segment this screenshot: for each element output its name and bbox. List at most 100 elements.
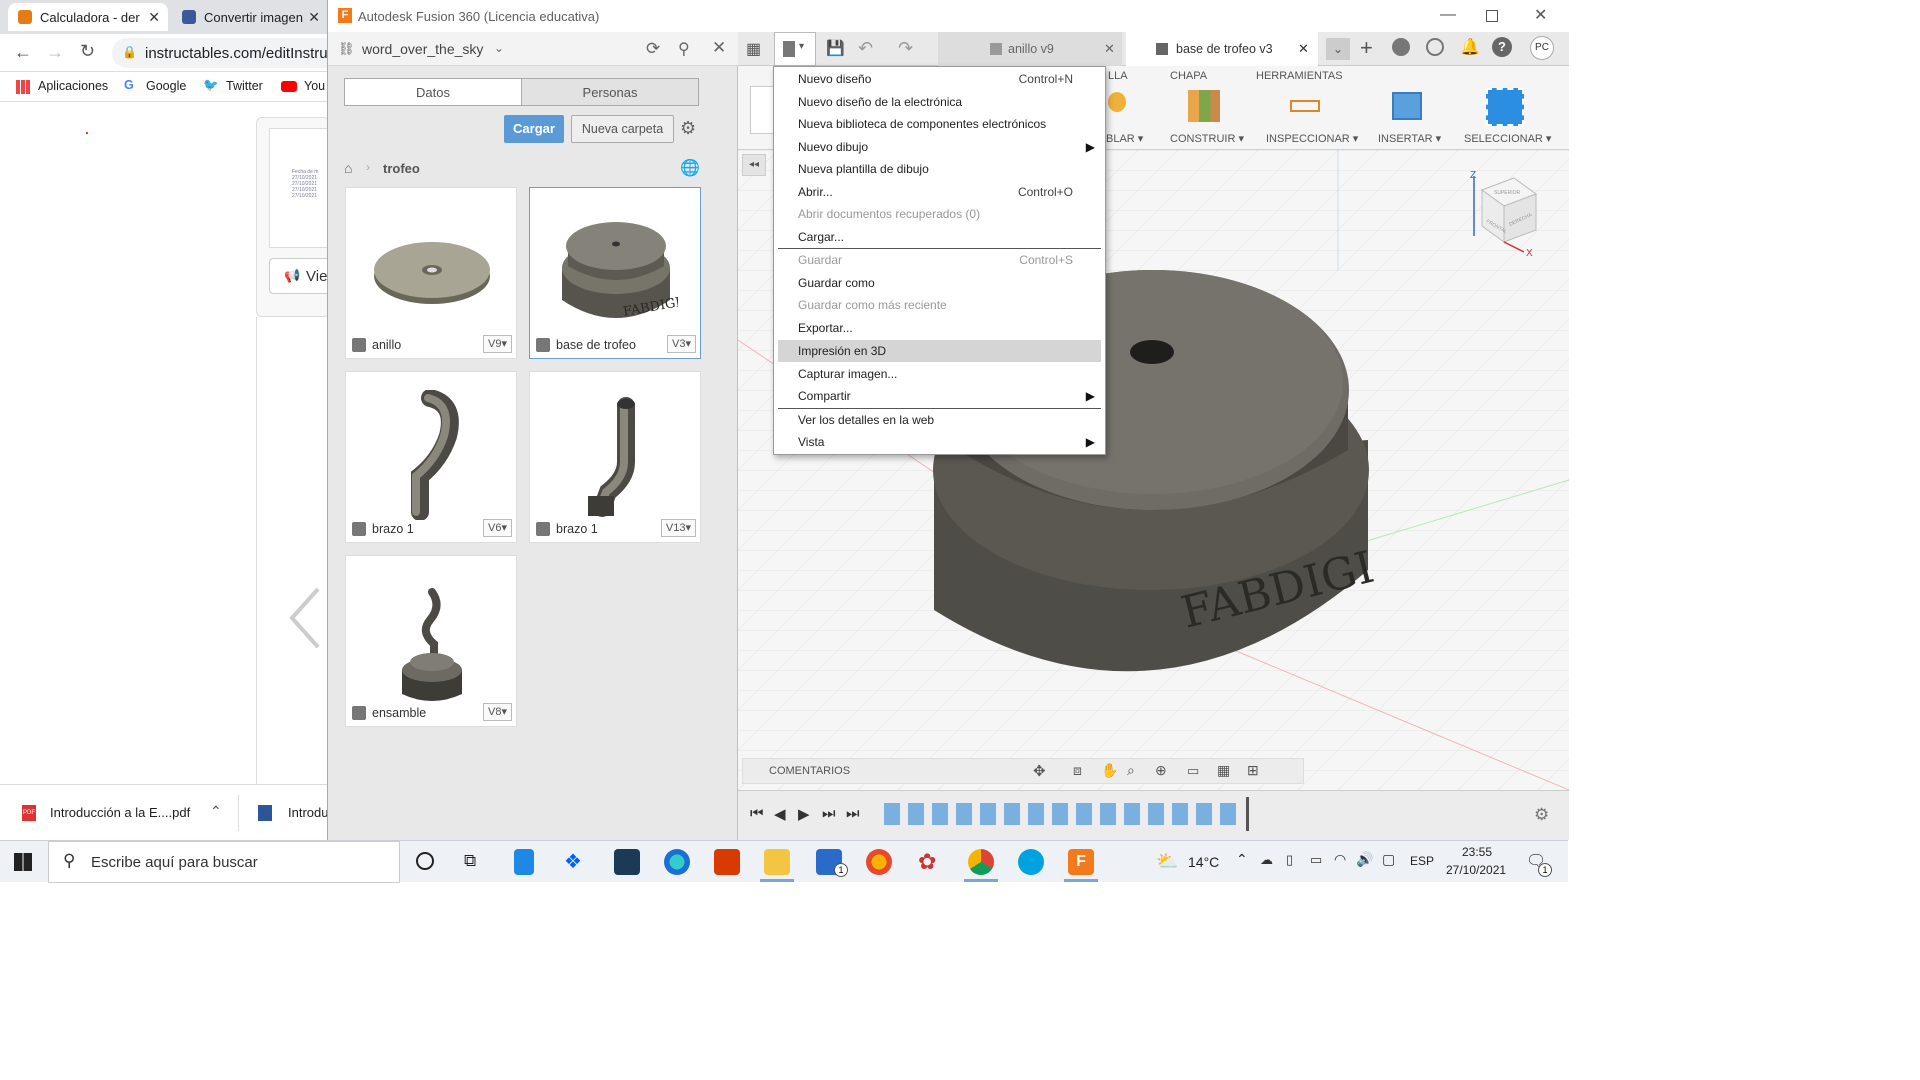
team-hub-icon[interactable]: ⛓ <box>338 41 355 57</box>
file-explorer-icon[interactable] <box>764 849 790 875</box>
download-item-label[interactable]: Introducción a la E....pdf <box>50 805 190 820</box>
input-icon[interactable]: ▢ <box>1382 851 1395 868</box>
tab-datos[interactable]: Datos <box>344 78 522 106</box>
comments-label[interactable]: COMENTARIOS <box>769 765 850 777</box>
menu-item-vista[interactable]: Vista ▶ <box>774 431 1105 453</box>
search-icon[interactable]: ⚲ <box>678 39 690 59</box>
maximize-icon[interactable] <box>1486 10 1498 22</box>
file-tile-ensamble[interactable]: ensamble V8▾ <box>345 555 517 727</box>
url-field[interactable]: 🔒 instructables.com/editInstruc <box>112 38 342 68</box>
device-icon[interactable]: ▯ <box>1286 852 1293 868</box>
ribbon-tab[interactable]: LLA <box>1108 70 1128 82</box>
close-tab-icon[interactable]: ✕ <box>148 9 160 26</box>
ribbon-group-assemble[interactable]: BLAR ▾ <box>1106 132 1143 145</box>
menu-item-nueva-biblioteca[interactable]: Nueva biblioteca de componentes electrón… <box>774 113 1105 135</box>
first-step-icon[interactable]: ⏮ <box>750 805 764 822</box>
task-view-icon[interactable]: ⧉ <box>464 851 476 871</box>
close-tab-icon[interactable]: ✕ <box>1298 41 1309 57</box>
undo-icon[interactable]: ↶ <box>858 38 873 59</box>
upload-button[interactable]: Cargar <box>504 115 564 143</box>
redo-icon[interactable]: ↷ <box>898 38 913 59</box>
file-tile-base-de-trofeo[interactable]: FABDIGI base de trofeo V3▾ <box>529 187 701 359</box>
chevron-down-icon[interactable]: ⌄ <box>494 41 504 55</box>
bookmark-google[interactable]: Google <box>146 79 186 93</box>
play-icon[interactable]: ▶ <box>798 805 810 823</box>
new-folder-button[interactable]: Nueva carpeta <box>571 115 674 143</box>
cloud-icon[interactable]: ☁ <box>1260 852 1273 868</box>
menu-item-abrir[interactable]: Abrir... Control+O <box>774 181 1105 203</box>
close-window-icon[interactable]: ✕ <box>1534 5 1547 25</box>
weather-icon[interactable]: ⛅ <box>1156 851 1178 872</box>
timeline-features[interactable] <box>884 803 1244 825</box>
ribbon-group-seleccionar[interactable]: SELECCIONAR ▾ <box>1464 132 1551 145</box>
chevron-left-icon[interactable] <box>286 585 322 651</box>
fit-icon[interactable]: ⊕ <box>1155 762 1167 779</box>
home-icon[interactable]: ⌂ <box>344 160 352 176</box>
file-tile-anillo[interactable]: anillo V9▾ <box>345 187 517 359</box>
ribbon-group-construir[interactable]: CONSTRUIR ▾ <box>1170 132 1244 145</box>
chevron-up-icon[interactable]: ⌃ <box>1236 851 1248 868</box>
wifi-icon[interactable]: ◠ <box>1334 851 1346 868</box>
taskbar-search-box[interactable]: ⚲ Escribe aquí para buscar <box>48 841 400 883</box>
cortana-icon[interactable] <box>416 852 434 870</box>
chevron-up-icon[interactable]: ⌃ <box>210 803 222 820</box>
windows-start-icon[interactable] <box>14 853 32 871</box>
bookmark-youtube[interactable]: You <box>304 79 325 93</box>
bookmark-twitter[interactable]: Twitter <box>226 79 263 93</box>
ribbon-group-insertar[interactable]: INSERTAR ▾ <box>1378 132 1441 145</box>
bookmark-apps[interactable]: Aplicaciones <box>38 79 108 93</box>
clock-time[interactable]: 23:55 <box>1462 845 1492 859</box>
gear-icon[interactable]: ⚙ <box>680 118 696 139</box>
view-cube[interactable]: SUPERIOR FRONTAL DERECHA Z X <box>1464 170 1544 260</box>
firefox-icon[interactable] <box>866 849 892 875</box>
orbit-icon[interactable]: ✥ <box>1033 762 1046 780</box>
version-badge[interactable]: V6▾ <box>483 519 512 537</box>
version-badge[interactable]: V9▾ <box>483 335 512 353</box>
reload-icon[interactable]: ↻ <box>80 41 95 62</box>
dropbox-icon[interactable]: ❖ <box>564 849 590 875</box>
menu-item-compartir[interactable]: Compartir ▶ <box>774 385 1105 407</box>
menu-item-guardar-como[interactable]: Guardar como <box>774 272 1105 294</box>
display-settings-icon[interactable]: ▭ <box>1187 763 1199 779</box>
view-button[interactable]: 📢 Vie <box>269 258 331 294</box>
doc-tab-base-de-trofeo[interactable]: base de trofeo v3 ✕ <box>1126 32 1318 66</box>
browser-tab-calculadora[interactable]: Calculadora - der ✕ <box>8 3 168 31</box>
user-avatar[interactable]: PC <box>1530 36 1554 60</box>
save-icon[interactable]: 💾 <box>826 39 845 57</box>
tab-personas[interactable]: Personas <box>521 78 699 106</box>
last-step-icon[interactable]: ⏭ <box>846 805 860 822</box>
pan-hand-icon[interactable]: ✋ <box>1101 762 1118 779</box>
version-badge[interactable]: V8▾ <box>483 703 512 721</box>
temperature[interactable]: 14°C <box>1188 854 1219 870</box>
volume-icon[interactable]: 🔊 <box>1356 851 1373 868</box>
job-status-icon[interactable] <box>1426 38 1444 56</box>
version-badge[interactable]: V13▾ <box>660 519 696 537</box>
notifications-icon[interactable]: 🔔 <box>1460 37 1480 57</box>
zoom-icon[interactable]: ⌕ <box>1127 762 1135 779</box>
browser-collapse-icon[interactable]: ◂◂ <box>742 154 766 176</box>
new-tab-icon[interactable]: + <box>1360 35 1373 61</box>
close-tab-icon[interactable]: ✕ <box>1104 41 1115 57</box>
phone-app-icon[interactable] <box>514 849 534 875</box>
chrome-icon[interactable] <box>968 849 994 875</box>
doc-tab-anillo[interactable]: anillo v9 ✕ <box>938 32 1122 66</box>
menu-item-impresion-3d[interactable]: Impresión en 3D <box>778 340 1101 362</box>
forward-arrow-icon[interactable]: → <box>46 42 64 63</box>
refresh-icon[interactable]: ⟳ <box>646 39 660 59</box>
look-at-icon[interactable]: ⧈ <box>1073 762 1082 779</box>
file-tile-brazo-1[interactable]: brazo 1 V13▾ <box>529 371 701 543</box>
menu-item-capturar-imagen[interactable]: Capturar imagen... <box>774 363 1105 385</box>
app-icon[interactable] <box>1018 849 1044 875</box>
data-panel-grid-icon[interactable]: ▦ <box>746 39 761 59</box>
file-menu-button[interactable]: ▾ <box>774 32 816 66</box>
next-step-icon[interactable]: ⏭ <box>822 805 836 822</box>
menu-item-ver-detalles-web[interactable]: Ver los detalles en la web <box>774 409 1105 431</box>
language-indicator[interactable]: ESP <box>1410 854 1434 868</box>
ribbon-tab[interactable]: HERRAMIENTAS <box>1256 70 1343 82</box>
timeline-settings-gear-icon[interactable]: ⚙ <box>1534 805 1549 825</box>
menu-item-nuevo-diseno-electronica[interactable]: Nuevo diseño de la electrónica <box>774 91 1105 113</box>
ribbon-tab[interactable]: CHAPA <box>1170 70 1207 82</box>
project-name[interactable]: word_over_the_sky <box>362 41 483 57</box>
ribbon-group-inspeccionar[interactable]: INSPECCIONAR ▾ <box>1266 132 1358 145</box>
close-panel-icon[interactable]: ✕ <box>712 38 726 58</box>
